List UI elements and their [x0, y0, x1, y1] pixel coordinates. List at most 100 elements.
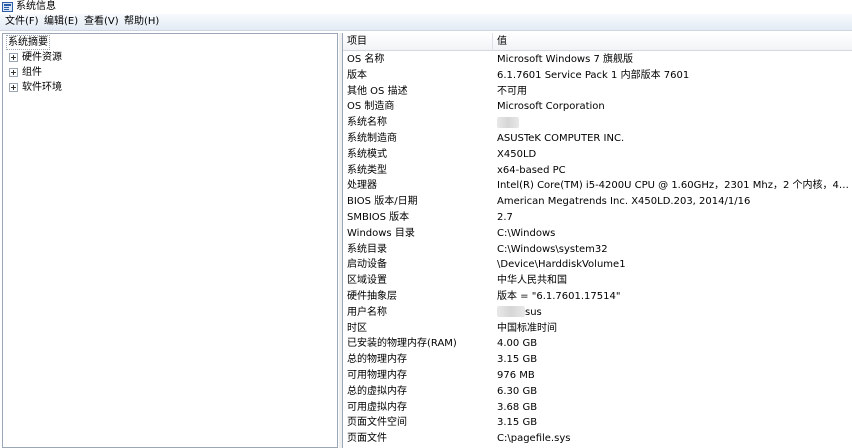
row-item-name: OS 制造商	[347, 101, 395, 113]
table-row[interactable]: Windows 目录 C:\Windows	[343, 226, 852, 242]
row-item-value: 3.15 GB	[497, 417, 538, 429]
row-item-name: 系统名称	[347, 117, 387, 129]
row-item-value: 不可用	[497, 85, 527, 97]
row-item-name: 用户名称	[347, 306, 387, 318]
table-row[interactable]: 可用物理内存 976 MB	[343, 368, 852, 384]
column-header-value[interactable]: 值	[493, 33, 852, 51]
table-row[interactable]: OS 名称 Microsoft Windows 7 旗舰版	[343, 52, 852, 68]
row-item-name: OS 名称	[347, 54, 385, 65]
table-row[interactable]: 系统类型 x64-based PC	[343, 163, 852, 179]
row-item-name: 时区	[347, 322, 367, 334]
row-item-name: 其他 OS 描述	[347, 85, 408, 97]
row-item-value: ASUSTeK COMPUTER INC.	[497, 132, 625, 144]
row-item-name: Windows 目录	[347, 227, 415, 239]
table-row[interactable]: 可用虚拟内存 3.68 GB	[343, 400, 852, 416]
table-row[interactable]: 系统模式 X450LD	[343, 147, 852, 163]
row-item-value: American Megatrends Inc. X450LD.203, 201…	[497, 196, 751, 208]
row-item-name: 页面文件空间	[347, 417, 407, 429]
row-item-value: C:\Windows\system32	[497, 243, 608, 255]
tree-item-label: 组件	[22, 67, 42, 78]
row-item-name: 系统类型	[347, 164, 387, 176]
row-item-name: 可用虚拟内存	[347, 401, 407, 413]
row-item-value: 976 MB	[497, 369, 535, 381]
row-item-value: Intel(R) Core(TM) i5-4200U CPU @ 1.60GHz…	[497, 180, 851, 192]
tree-item-label: 硬件资源	[22, 52, 62, 63]
row-item-name: 总的物理内存	[347, 354, 407, 366]
tree-item-software-environment[interactable]: 软件环境	[3, 80, 203, 95]
table-row[interactable]: 系统目录 C:\Windows\system32	[343, 242, 852, 258]
row-item-name: 已安装的物理内存(RAM)	[347, 338, 457, 350]
details-list[interactable]: 项目 值 OS 名称 Microsoft Windows 7 旗舰版版本 6.1.7…	[342, 33, 852, 448]
table-row[interactable]: 总的虚拟内存 6.30 GB	[343, 384, 852, 400]
row-item-value: x64-based PC	[497, 164, 566, 176]
redacted-block	[497, 116, 519, 128]
list-header: 项目 值	[343, 33, 852, 51]
table-row[interactable]: 时区 中国标准时间	[343, 321, 852, 337]
tree-item-hardware-resources[interactable]: 硬件资源	[3, 50, 203, 65]
table-row[interactable]: 系统名称	[343, 115, 852, 131]
tree-item-components[interactable]: 组件	[3, 65, 203, 80]
row-item-name: 可用物理内存	[347, 369, 407, 381]
system-info-icon	[2, 2, 13, 12]
row-item-value: C:\Windows	[497, 227, 556, 239]
table-row[interactable]: 启动设备 \Device\HarddiskVolume1	[343, 257, 852, 273]
menu-help[interactable]: 帮助(H)	[122, 14, 161, 30]
row-item-name: 系统目录	[347, 243, 387, 255]
row-item-name: 硬件抽象层	[347, 290, 397, 302]
table-row[interactable]: 总的物理内存 3.15 GB	[343, 352, 852, 368]
tree-item-label: 软件环境	[22, 82, 62, 93]
menu-edit[interactable]: 编辑(E)	[42, 14, 80, 30]
table-row[interactable]: 版本 6.1.7601 Service Pack 1 内部版本 7601	[343, 68, 852, 84]
expand-plus-icon[interactable]	[9, 68, 18, 77]
table-row[interactable]: 用户名称 sus	[343, 305, 852, 321]
row-item-value: 中国标准时间	[497, 322, 557, 334]
tree-item-system-summary[interactable]: 系统摘要	[6, 35, 50, 50]
row-item-value: C:\pagefile.sys	[497, 433, 571, 445]
row-item-value: 3.68 GB	[497, 401, 538, 413]
row-item-value: 版本 = "6.1.7601.17514"	[497, 290, 621, 302]
row-item-value: \Device\HarddiskVolume1	[497, 259, 626, 271]
row-item-value: Microsoft Windows 7 旗舰版	[497, 54, 634, 65]
tree-item-label: 系统摘要	[8, 37, 48, 48]
row-item-value: 4.00 GB	[497, 338, 538, 350]
row-item-name: 总的虚拟内存	[347, 385, 407, 397]
title-bar: 系统信息	[0, 0, 852, 14]
expand-plus-icon[interactable]	[9, 83, 18, 92]
table-row[interactable]: 其他 OS 描述 不可用	[343, 84, 852, 100]
row-item-value: 6.1.7601 Service Pack 1 内部版本 7601	[497, 69, 690, 81]
category-tree[interactable]: 系统摘要 硬件资源 组件 软件环境	[2, 33, 338, 448]
expand-plus-icon[interactable]	[9, 53, 18, 62]
table-row[interactable]: OS 制造商 Microsoft Corporation	[343, 99, 852, 115]
row-item-value: 3.15 GB	[497, 354, 538, 366]
table-row[interactable]: 系统制造商 ASUSTeK COMPUTER INC.	[343, 131, 852, 147]
table-row[interactable]: BIOS 版本/日期 American Megatrends Inc. X450L…	[343, 194, 852, 210]
menu-file[interactable]: 文件(F)	[3, 14, 41, 30]
row-item-value: 6.30 GB	[497, 385, 538, 397]
row-item-name: 启动设备	[347, 259, 387, 271]
table-row[interactable]: SMBIOS 版本 2.7	[343, 210, 852, 226]
row-item-name: 系统模式	[347, 148, 387, 160]
redacted-block	[497, 306, 525, 318]
row-item-name: SMBIOS 版本	[347, 211, 410, 223]
row-item-value: Microsoft Corporation	[497, 101, 605, 113]
row-item-name: BIOS 版本/日期	[347, 196, 418, 208]
table-row[interactable]: 区域设置 中华人民共和国	[343, 273, 852, 289]
row-item-name: 系统制造商	[347, 132, 397, 144]
row-item-value: 中华人民共和国	[497, 275, 567, 287]
table-row[interactable]: 页面文件空间 3.15 GB	[343, 415, 852, 431]
menu-bar: 文件(F) 编辑(E) 查看(V) 帮助(H)	[0, 14, 852, 31]
row-item-name: 版本	[347, 69, 367, 81]
row-item-name: 页面文件	[347, 433, 387, 445]
row-item-value	[497, 115, 851, 131]
menu-view[interactable]: 查看(V)	[82, 14, 121, 30]
row-item-value: sus	[497, 305, 851, 321]
table-row[interactable]: 页面文件 C:\pagefile.sys	[343, 431, 852, 447]
table-row[interactable]: 硬件抽象层 版本 = "6.1.7601.17514"	[343, 289, 852, 305]
window-title: 系统信息	[16, 1, 56, 12]
row-item-value: X450LD	[497, 148, 537, 160]
table-row[interactable]: 已安装的物理内存(RAM) 4.00 GB	[343, 336, 852, 352]
column-header-item[interactable]: 项目	[343, 33, 493, 51]
row-item-value-text: sus	[525, 306, 542, 318]
row-item-value: 2.7	[497, 211, 513, 223]
table-row[interactable]: 处理器 Intel(R) Core(TM) i5-4200U CPU @ 1.60…	[343, 178, 852, 194]
